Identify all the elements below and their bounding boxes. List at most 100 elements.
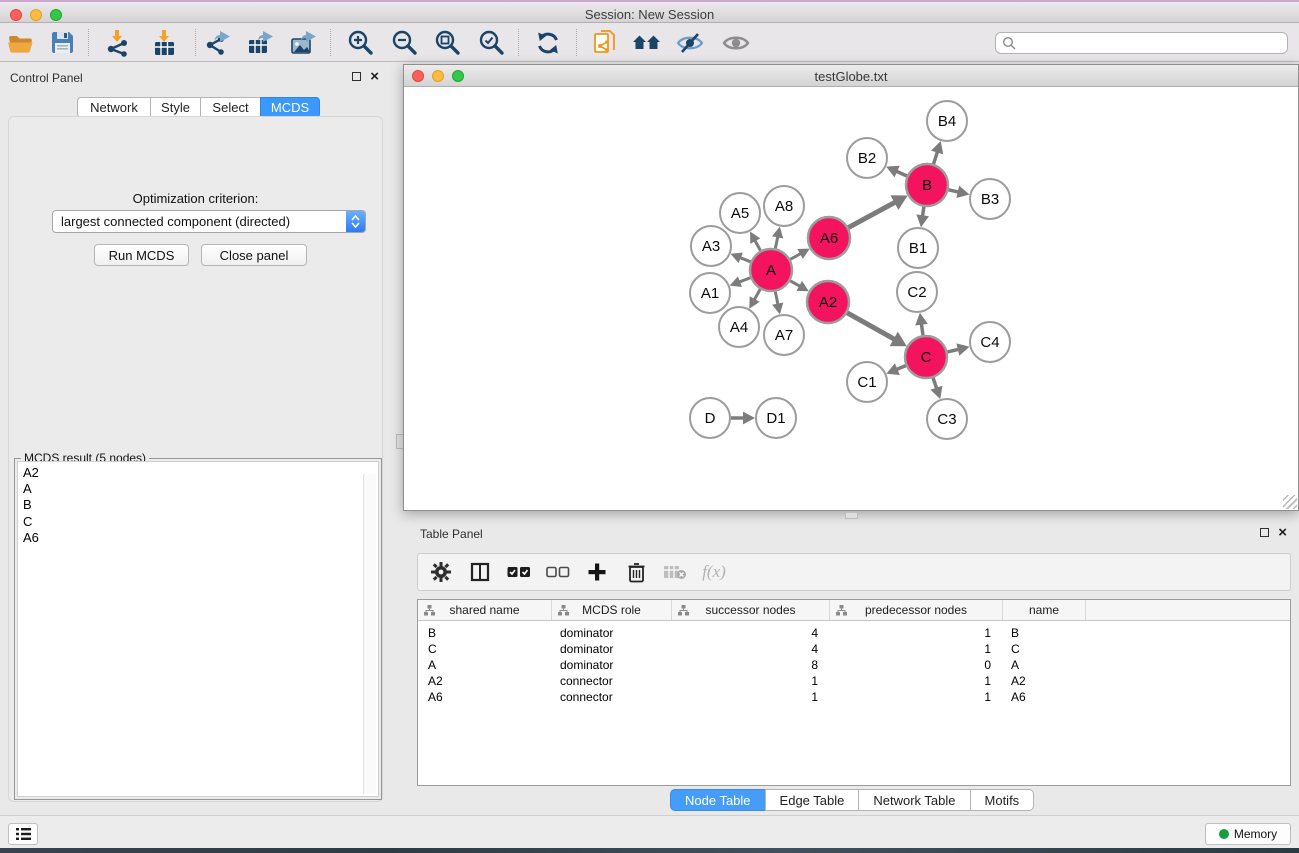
main-titlebar[interactable]: Session: New Session bbox=[0, 2, 1299, 23]
edge-A-A3[interactable] bbox=[730, 253, 750, 264]
column-header-predecessor-nodes[interactable]: predecessor nodes bbox=[830, 600, 1003, 620]
node-A[interactable]: A bbox=[750, 249, 792, 291]
tab-mcds[interactable]: MCDS bbox=[260, 97, 320, 118]
tab-edge-table[interactable]: Edge Table bbox=[765, 789, 860, 811]
edge-A-A1[interactable] bbox=[730, 276, 751, 287]
node-A3[interactable]: A3 bbox=[691, 226, 731, 266]
node-B2[interactable]: B2 bbox=[847, 138, 887, 178]
horizontal-split-grip[interactable] bbox=[845, 512, 858, 519]
table-settings-button[interactable] bbox=[428, 559, 454, 585]
edge-C-C1[interactable] bbox=[886, 363, 905, 375]
network-window-titlebar[interactable]: testGlobe.txt bbox=[404, 65, 1298, 87]
float-panel-icon[interactable] bbox=[1260, 528, 1269, 537]
edge-A-A2[interactable] bbox=[790, 281, 809, 291]
edge-B-B1[interactable] bbox=[916, 207, 929, 227]
column-header-shared-name[interactable]: shared name bbox=[418, 600, 552, 620]
edge-B-B2[interactable] bbox=[886, 166, 907, 178]
new-network-from-selection-button[interactable] bbox=[587, 26, 623, 59]
tab-node-table[interactable]: Node Table bbox=[670, 789, 766, 811]
memory-button[interactable]: Memory bbox=[1205, 823, 1291, 845]
edge-A-A8[interactable] bbox=[772, 227, 783, 249]
node-C2[interactable]: C2 bbox=[897, 272, 937, 312]
node-A7[interactable]: A7 bbox=[764, 315, 804, 355]
table-row[interactable]: A dominator 8 0 A bbox=[418, 658, 1290, 674]
table-row[interactable]: A6 connector 1 1 A6 bbox=[418, 690, 1290, 706]
run-mcds-button[interactable]: Run MCDS bbox=[94, 244, 189, 266]
tab-network[interactable]: Network bbox=[77, 97, 151, 118]
tab-network-table[interactable]: Network Table bbox=[858, 789, 970, 811]
select-all-columns-button[interactable] bbox=[506, 559, 532, 585]
mcds-result-list[interactable]: A2 A B C A6 bbox=[17, 461, 379, 797]
edge-A-A5[interactable] bbox=[750, 231, 760, 250]
list-item[interactable]: C bbox=[23, 514, 378, 530]
create-column-button[interactable] bbox=[584, 559, 610, 585]
criterion-dropdown[interactable]: largest connected component (directed) bbox=[52, 210, 366, 233]
table-row[interactable]: C dominator 4 1 C bbox=[418, 642, 1290, 658]
import-table-button[interactable] bbox=[147, 26, 183, 59]
export-image-button[interactable] bbox=[285, 26, 321, 59]
node-A1[interactable]: A1 bbox=[690, 273, 730, 313]
table-row[interactable]: A2 connector 1 1 A2 bbox=[418, 674, 1290, 690]
column-header-mcds-role[interactable]: MCDS role bbox=[552, 600, 672, 620]
list-item[interactable]: A6 bbox=[23, 530, 378, 546]
export-network-button[interactable] bbox=[200, 26, 236, 59]
edge-B-B3[interactable] bbox=[948, 186, 969, 198]
close-panel-icon[interactable]: × bbox=[370, 72, 379, 81]
zoom-fit-button[interactable] bbox=[430, 26, 466, 59]
tab-select[interactable]: Select bbox=[200, 97, 261, 118]
node-B3[interactable]: B3 bbox=[970, 179, 1010, 219]
edge-A2-C[interactable] bbox=[847, 313, 907, 346]
export-table-button[interactable] bbox=[242, 26, 278, 59]
node-C1[interactable]: C1 bbox=[847, 362, 887, 402]
list-item[interactable]: B bbox=[23, 497, 378, 513]
edge-B-B4[interactable] bbox=[931, 141, 943, 164]
edge-C-C2[interactable] bbox=[915, 313, 928, 335]
node-D[interactable]: D bbox=[690, 398, 730, 438]
zoom-selected-button[interactable] bbox=[474, 26, 510, 59]
open-session-button[interactable] bbox=[2, 26, 38, 59]
node-B1[interactable]: B1 bbox=[898, 228, 938, 268]
import-network-button[interactable] bbox=[100, 26, 136, 59]
refresh-button[interactable] bbox=[530, 26, 566, 59]
list-item[interactable]: A bbox=[23, 481, 378, 497]
node-C3[interactable]: C3 bbox=[927, 399, 967, 439]
table-row[interactable]: B dominator 4 1 B bbox=[418, 626, 1290, 642]
deselect-all-columns-button[interactable] bbox=[545, 559, 571, 585]
close-panel-icon[interactable]: × bbox=[1278, 528, 1287, 537]
edge-A-A4[interactable] bbox=[749, 289, 760, 309]
zoom-out-button[interactable] bbox=[387, 26, 423, 59]
network-canvas[interactable]: AA1A2A3A4A5A6A7A8BB1B2B3B4CC1C2C3C4DD1 bbox=[404, 88, 1298, 510]
edge-A6-B[interactable] bbox=[848, 195, 907, 227]
node-A2[interactable]: A2 bbox=[807, 281, 849, 323]
column-header-successor-nodes[interactable]: successor nodes bbox=[672, 600, 830, 620]
network-view-window[interactable]: testGlobe.txt AA1A2A3A4A5A6A7A8BB1B2B3B4… bbox=[403, 64, 1299, 511]
tab-style[interactable]: Style bbox=[150, 97, 201, 118]
node-table[interactable]: shared name MCDS role bbox=[417, 599, 1291, 786]
node-A6[interactable]: A6 bbox=[808, 217, 850, 259]
zoom-in-button[interactable] bbox=[343, 26, 379, 59]
float-panel-icon[interactable] bbox=[352, 72, 361, 81]
close-panel-button[interactable]: Close panel bbox=[201, 244, 307, 266]
edge-C-C3[interactable] bbox=[930, 378, 942, 399]
search-box[interactable] bbox=[995, 32, 1288, 54]
edge-D-D1[interactable] bbox=[731, 412, 755, 425]
list-item[interactable]: A2 bbox=[23, 465, 378, 481]
node-D1[interactable]: D1 bbox=[756, 398, 796, 438]
hide-selected-button[interactable] bbox=[672, 26, 708, 59]
tab-motifs[interactable]: Motifs bbox=[970, 789, 1035, 811]
edge-A-A7[interactable] bbox=[772, 292, 783, 315]
show-panels-button[interactable] bbox=[8, 823, 38, 845]
network-graph[interactable]: AA1A2A3A4A5A6A7A8BB1B2B3B4CC1C2C3C4DD1 bbox=[404, 88, 1298, 510]
node-B[interactable]: B bbox=[906, 164, 948, 206]
node-C[interactable]: C bbox=[905, 336, 947, 378]
delete-column-button[interactable] bbox=[623, 559, 649, 585]
search-input[interactable] bbox=[1020, 36, 1287, 50]
node-C4[interactable]: C4 bbox=[970, 322, 1010, 362]
node-A4[interactable]: A4 bbox=[719, 307, 759, 347]
edge-C-C4[interactable] bbox=[947, 343, 969, 355]
column-header-name[interactable]: name bbox=[1003, 600, 1086, 620]
node-B4[interactable]: B4 bbox=[927, 101, 967, 141]
show-all-button[interactable] bbox=[718, 26, 754, 59]
window-resize-grip[interactable] bbox=[1283, 495, 1297, 509]
list-scrollbar[interactable] bbox=[363, 474, 376, 794]
